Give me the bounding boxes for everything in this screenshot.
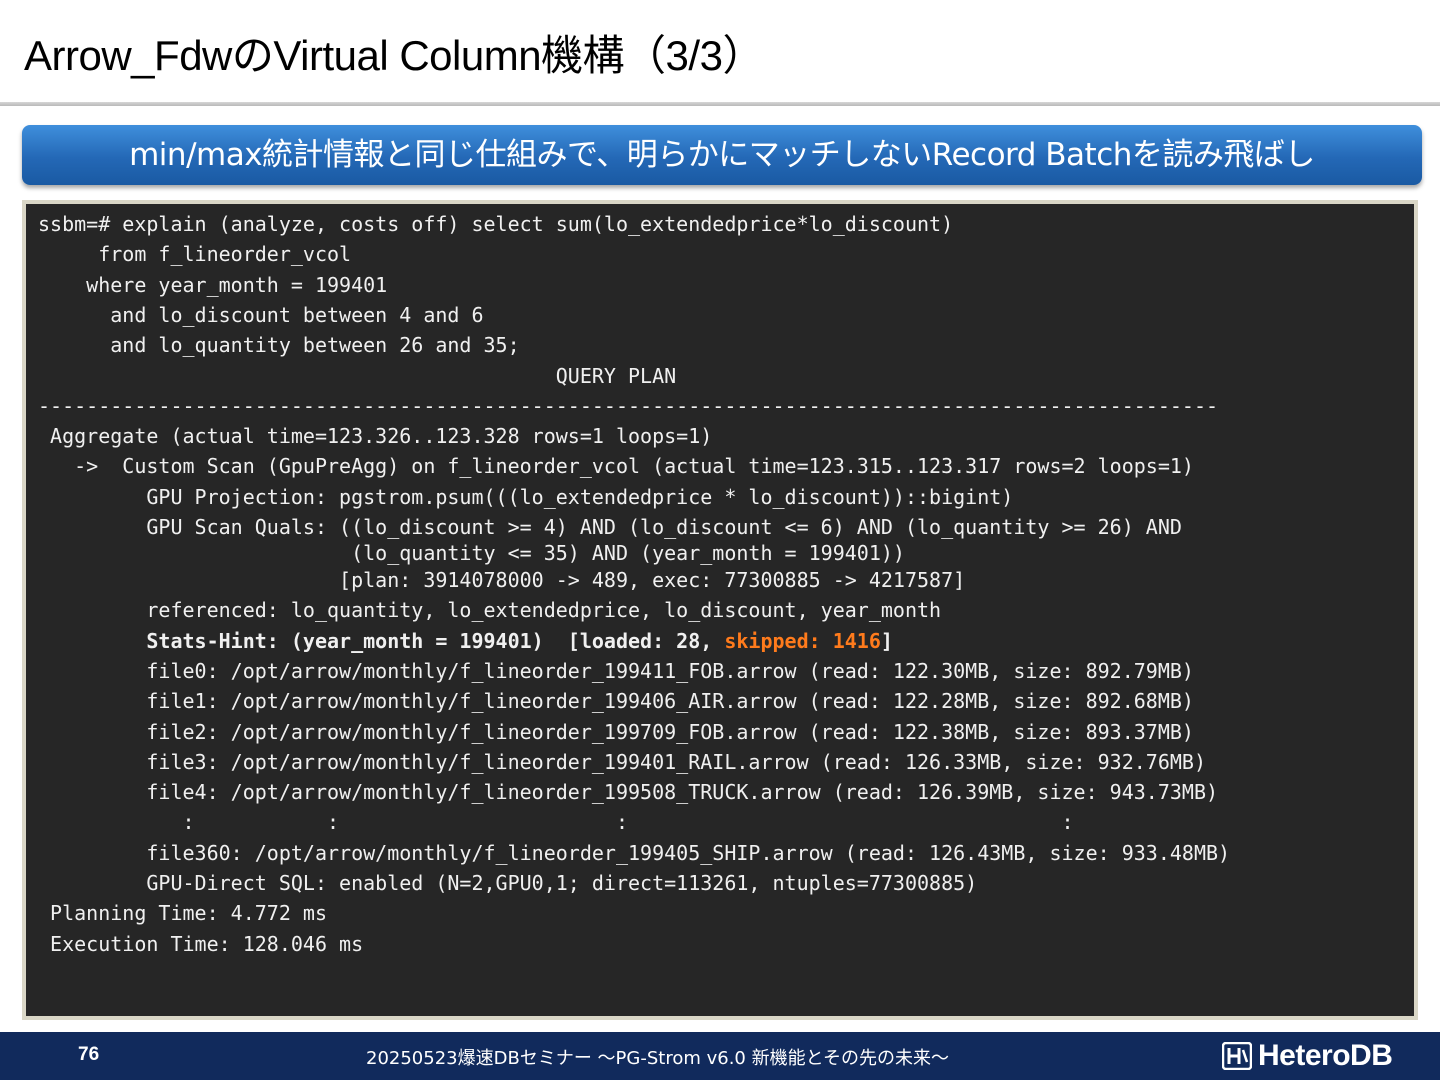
- page-number: 76: [78, 1044, 100, 1065]
- terminal-line: [plan: 3914078000 -> 489, exec: 77300885…: [38, 568, 966, 592]
- skipped-count-highlight: skipped: 1416: [724, 628, 881, 653]
- terminal-line: GPU-Direct SQL: enabled (N=2,GPU0,1; dir…: [38, 871, 978, 895]
- terminal-line: (lo_quantity <= 35) AND (year_month = 19…: [38, 541, 905, 565]
- terminal-window: ssbm=# explain (analyze, costs off) sele…: [22, 200, 1418, 1020]
- terminal-line: file4: /opt/arrow/monthly/f_lineorder_19…: [38, 780, 1219, 805]
- footer-bar: 76 20250523爆速DBセミナー ～PG-Strom v6.0 新機能とそ…: [0, 1032, 1440, 1080]
- terminal-line: and lo_quantity between 26 and 35;: [38, 333, 520, 358]
- terminal-line: Execution Time: 128.046 ms: [38, 931, 364, 956]
- terminal-line: file360: /opt/arrow/monthly/f_lineorder_…: [38, 840, 1231, 865]
- terminal-line: -> Custom Scan (GpuPreAgg) on f_lineorde…: [38, 454, 1194, 479]
- terminal-line: from f_lineorder_vcol: [38, 242, 352, 267]
- terminal-line: file3: /opt/arrow/monthly/f_lineorder_19…: [38, 749, 1206, 774]
- ellipsis-line: : : : :: [38, 810, 1074, 835]
- terminal-line: file0: /opt/arrow/monthly/f_lineorder_19…: [38, 658, 1194, 683]
- terminal-line: and lo_discount between 4 and 6: [38, 302, 484, 327]
- banner-subtitle: min/max統計情報と同じ仕組みで、明らかにマッチしないRecord Batc…: [22, 125, 1422, 185]
- terminal-line: referenced: lo_quantity, lo_extendedpric…: [38, 598, 942, 623]
- footer-title: 20250523爆速DBセミナー ～PG-Strom v6.0 新機能とその先の…: [366, 1048, 950, 1069]
- heterodb-logo-text: HeteroDB: [1258, 1039, 1393, 1072]
- terminal-line: file1: /opt/arrow/monthly/f_lineorder_19…: [38, 689, 1194, 714]
- terminal-line: file2: /opt/arrow/monthly/f_lineorder_19…: [38, 719, 1194, 744]
- title-divider: [0, 102, 1440, 106]
- terminal-line: GPU Projection: pgstrom.psum(((lo_extend…: [38, 484, 1014, 509]
- stats-hint-line: Stats-Hint: (year_month = 199401) [loade…: [38, 628, 893, 654]
- terminal-line: where year_month = 199401: [38, 272, 388, 297]
- separator-line: ----------------------------------------…: [38, 393, 1219, 418]
- terminal-line: ssbm=# explain (analyze, costs off) sele…: [38, 212, 954, 236]
- slide-title: Arrow_FdwのVirtual Column機構（3/3）: [24, 32, 764, 79]
- stats-hint-text: Stats-Hint: (year_month = 199401) [loade…: [38, 628, 725, 653]
- stats-hint-close: ]: [880, 628, 893, 653]
- terminal-line: GPU Scan Quals: ((lo_discount >= 4) AND …: [38, 515, 1182, 539]
- query-plan-header: QUERY PLAN: [38, 363, 677, 388]
- terminal-line: Aggregate (actual time=123.326..123.328 …: [38, 424, 713, 449]
- heterodb-logo: HeteroDB: [1222, 1039, 1393, 1072]
- heterodb-logo-icon: [1222, 1042, 1252, 1070]
- terminal-line: Planning Time: 4.772 ms: [38, 901, 327, 926]
